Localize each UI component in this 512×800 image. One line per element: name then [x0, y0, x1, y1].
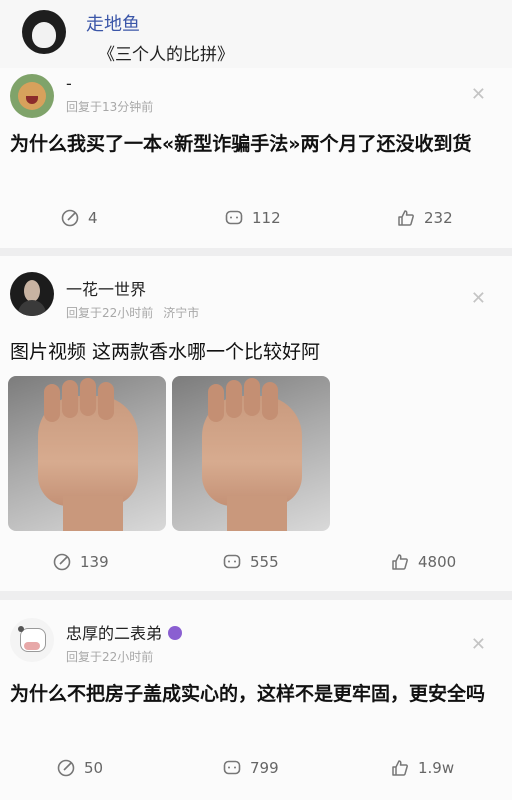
username[interactable]: 忠厚的二表弟: [66, 624, 162, 643]
comment-count: 555: [250, 553, 279, 571]
action-bar: 4 112 232: [0, 208, 512, 232]
close-icon[interactable]: ✕: [471, 84, 486, 105]
reply-meta: 回复于13分钟前: [66, 98, 153, 115]
username-row: 忠厚的二表弟: [66, 620, 183, 644]
edit-count: 50: [84, 759, 104, 777]
header-username[interactable]: 走地鱼: [86, 10, 140, 36]
reply-card: 忠厚的二表弟 回复于22小时前 ✕ 为什么不把房子盖成实心的，这样不是更牢固，更…: [0, 600, 512, 800]
quoted-header: 走地鱼 《三个人的比拼》: [0, 0, 512, 68]
thumbs-up-icon: [392, 554, 408, 570]
thumbs-up-icon: [398, 210, 414, 226]
reply-meta: 回复于22小时前 济宁市: [66, 304, 199, 321]
avatar[interactable]: [22, 10, 66, 54]
comment-count: 112: [252, 209, 281, 227]
reply-time: 回复于22小时前: [66, 650, 154, 664]
edit-button[interactable]: 50: [56, 758, 103, 778]
fingers-image: [44, 378, 134, 422]
attached-image[interactable]: [8, 376, 166, 531]
reply-text: 为什么我买了一本«新型诈骗手法»两个月了还没收到货: [10, 133, 472, 155]
like-count: 1.9w: [418, 759, 455, 777]
edit-count: 4: [88, 209, 98, 227]
verified-badge-icon: [168, 626, 183, 640]
like-button[interactable]: 232: [396, 208, 453, 228]
edit-icon: [57, 759, 75, 777]
reply-card: 一花一世界 回复于22小时前 济宁市 ✕ 图片视频 这两款香水哪一个比较好阿 13…: [0, 256, 512, 591]
comment-icon: [223, 554, 241, 569]
reply-time: 回复于22小时前: [66, 306, 154, 320]
edit-icon: [61, 209, 79, 227]
like-count: 232: [424, 209, 453, 227]
reply-time: 回复于13分钟前: [66, 100, 154, 114]
comment-button[interactable]: 799: [222, 758, 279, 778]
husky-face: [32, 22, 56, 48]
wrist-image: [63, 496, 123, 531]
close-icon[interactable]: ✕: [471, 288, 486, 309]
like-button[interactable]: 4800: [390, 552, 456, 572]
action-bar: 139 555 4800: [0, 552, 512, 576]
reply-text: 为什么不把房子盖成实心的，这样不是更牢固，更安全吗: [10, 683, 486, 705]
edit-icon: [53, 553, 71, 571]
reply-meta: 回复于22小时前: [66, 648, 153, 665]
like-count: 4800: [418, 553, 457, 571]
comment-button[interactable]: 112: [224, 208, 281, 228]
edit-button[interactable]: 4: [60, 208, 98, 228]
comment-icon: [225, 210, 243, 225]
username[interactable]: 一花一世界: [66, 276, 146, 300]
avatar[interactable]: [10, 618, 54, 662]
username[interactable]: -: [66, 74, 72, 93]
comment-count: 799: [250, 759, 279, 777]
reply-location: 济宁市: [163, 306, 200, 320]
header-subtitle: 《三个人的比拼》: [98, 45, 234, 65]
fingers-image: [208, 378, 298, 422]
reply-card: - 回复于13分钟前 ✕ 为什么我买了一本«新型诈骗手法»两个月了还没收到货 4…: [0, 68, 512, 248]
edit-count: 139: [80, 553, 109, 571]
attached-image[interactable]: [172, 376, 330, 531]
wrist-image: [227, 496, 287, 531]
action-bar: 50 799 1.9w: [0, 758, 512, 782]
status-badge: [22, 48, 28, 54]
comment-icon: [223, 760, 241, 775]
reply-text: 图片视频 这两款香水哪一个比较好阿: [10, 341, 321, 363]
thumbs-up-icon: [392, 760, 408, 776]
avatar[interactable]: [10, 272, 54, 316]
like-button[interactable]: 1.9w: [390, 758, 454, 778]
comment-button[interactable]: 555: [222, 552, 279, 572]
avatar[interactable]: [10, 74, 54, 118]
edit-button[interactable]: 139: [52, 552, 109, 572]
close-icon[interactable]: ✕: [471, 634, 486, 655]
